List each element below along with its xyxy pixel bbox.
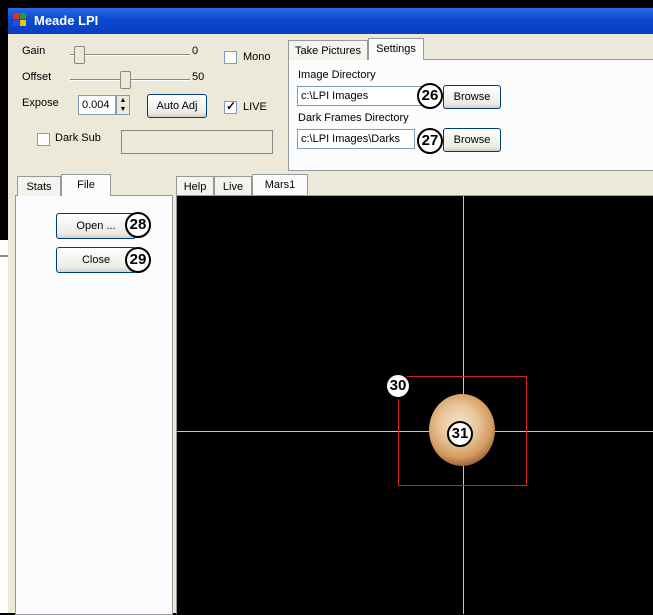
image-directory-label: Image Directory — [298, 69, 376, 81]
expose-spinner[interactable]: ▲ ▼ — [116, 95, 130, 115]
checkmark-icon: ✓ — [226, 99, 237, 113]
window-title: Meade LPI — [34, 13, 99, 28]
callout-27: 27 — [417, 128, 443, 154]
dark-frames-directory-label: Dark Frames Directory — [298, 112, 409, 124]
offset-slider-thumb[interactable] — [120, 71, 131, 89]
tab-live[interactable]: Live — [214, 176, 252, 196]
callout-28: 28 — [125, 212, 151, 238]
tab-take-pictures[interactable]: Take Pictures — [288, 40, 368, 60]
background-desktop-edge-line — [0, 255, 8, 257]
open-button[interactable]: Open ... — [56, 213, 136, 239]
image-viewer[interactable] — [176, 195, 653, 614]
tab-file[interactable]: File — [61, 174, 111, 196]
expose-label: Expose — [22, 97, 59, 109]
tab-mars1[interactable]: Mars1 — [252, 174, 308, 196]
dark-sub-checkbox[interactable] — [37, 133, 50, 146]
tab-settings[interactable]: Settings — [368, 38, 424, 60]
spin-down-icon[interactable]: ▼ — [117, 105, 129, 114]
background-desktop-edge — [0, 0, 8, 240]
gain-slider-thumb[interactable] — [74, 46, 85, 64]
close-button[interactable]: Close — [56, 247, 136, 273]
callout-26: 26 — [417, 83, 443, 109]
mono-label: Mono — [243, 51, 271, 63]
expose-input[interactable] — [78, 95, 116, 115]
mono-checkbox[interactable] — [224, 51, 237, 64]
dark-sub-label: Dark Sub — [55, 132, 101, 144]
gain-slider-track — [70, 54, 190, 56]
main-window: Meade LPI Gain 0 Offset 50 Expose ▲▼ Aut… — [8, 8, 653, 615]
title-bar[interactable]: Meade LPI — [8, 8, 653, 34]
live-label: LIVE — [243, 101, 267, 113]
live-checkbox[interactable]: ✓ — [224, 99, 237, 114]
tab-stats[interactable]: Stats — [17, 176, 61, 196]
gain-value: 0 — [192, 45, 199, 57]
dark-frames-directory-input[interactable] — [297, 129, 415, 149]
dark-sub-status-box — [121, 130, 273, 154]
tab-help[interactable]: Help — [176, 176, 214, 196]
callout-29: 29 — [125, 247, 151, 273]
callout-31: 31 — [447, 421, 473, 447]
gain-label: Gain — [22, 45, 46, 57]
callout-30: 30 — [385, 373, 411, 399]
image-directory-input[interactable] — [297, 86, 427, 106]
image-directory-browse-button[interactable]: Browse — [443, 85, 501, 109]
auto-adj-button[interactable]: Auto Adj — [147, 94, 207, 118]
dark-frames-browse-button[interactable]: Browse — [443, 128, 501, 152]
spin-up-icon[interactable]: ▲ — [117, 96, 129, 105]
offset-value: 50 — [192, 71, 205, 83]
app-icon — [13, 13, 27, 27]
offset-label: Offset — [22, 71, 52, 83]
